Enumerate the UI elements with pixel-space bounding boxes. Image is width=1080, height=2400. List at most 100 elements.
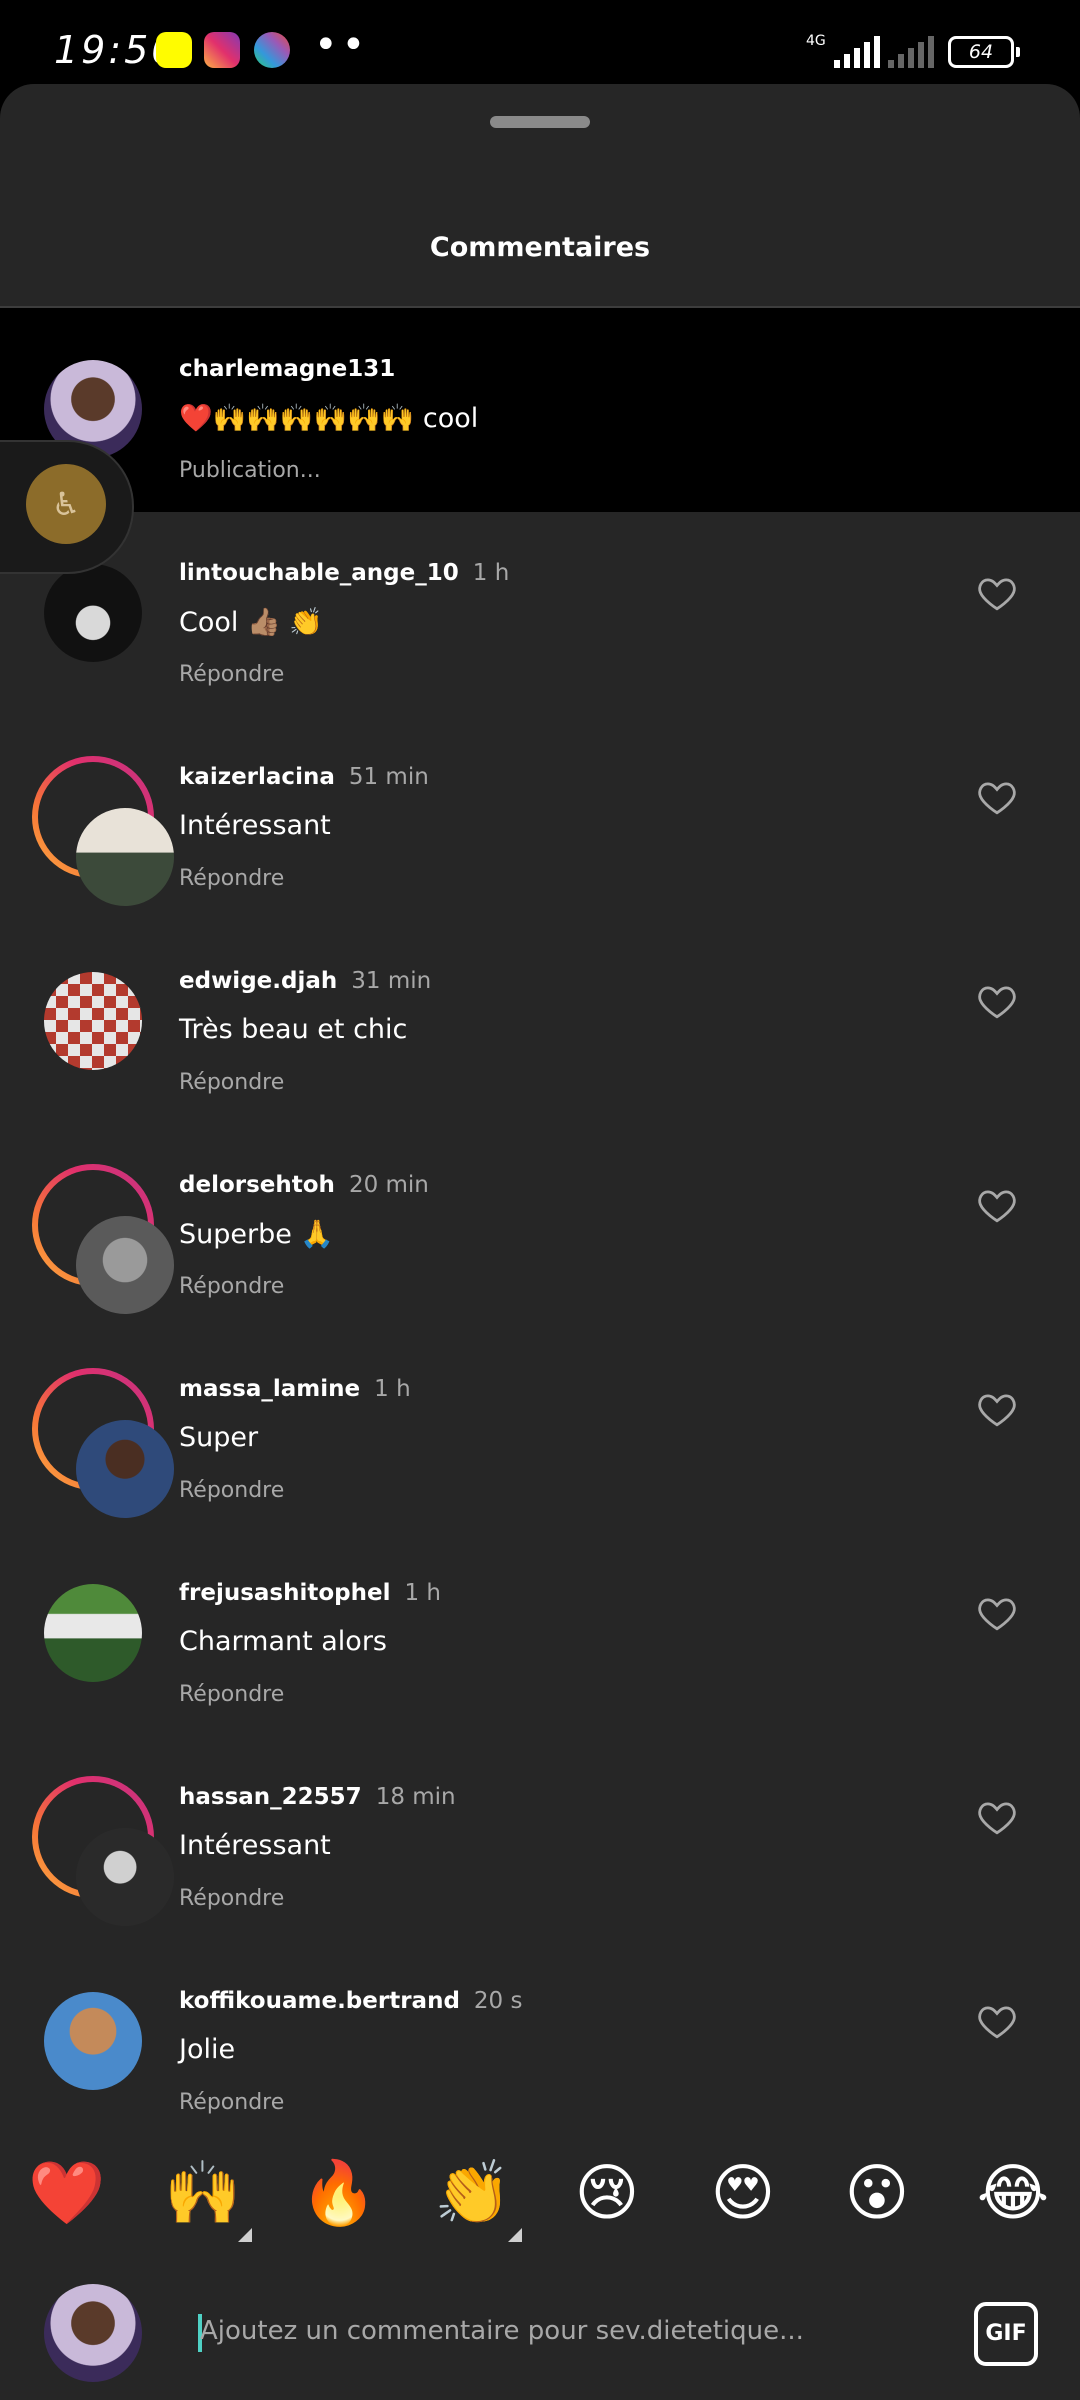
comment-username[interactable]: lintouchable_ange_10 1 h: [179, 560, 509, 586]
story-ring[interactable]: [32, 756, 174, 906]
reply-button[interactable]: Répondre: [179, 1070, 284, 1095]
comment-time: 20 s: [473, 1988, 523, 2014]
like-heart-icon[interactable]: [976, 1388, 1018, 1430]
gif-button[interactable]: GIF: [974, 2302, 1038, 2366]
comment-time: 51 min: [348, 764, 429, 790]
comment-username[interactable]: edwige.djah 31 min: [179, 968, 431, 994]
battery-icon: 64: [948, 36, 1020, 68]
snapchat-icon: [156, 32, 192, 68]
photo-app-icon: [254, 32, 290, 68]
story-ring[interactable]: [32, 1164, 174, 1314]
comment-row: kaizerlacina 51 min Intéressant Répondre: [0, 716, 1080, 920]
avatar: [76, 808, 174, 906]
skin-tone-indicator: [238, 2228, 252, 2242]
comment-time: 1 h: [374, 1376, 411, 1402]
avatar[interactable]: [44, 972, 142, 1070]
like-heart-icon[interactable]: [976, 980, 1018, 1022]
comment-time: 18 min: [375, 1784, 456, 1810]
reply-button[interactable]: Répondre: [179, 2090, 284, 2115]
avatar: [76, 1216, 174, 1314]
username-text: lintouchable_ange_10: [179, 560, 459, 586]
status-bar: 19:50 •• 4G 64: [0, 0, 1080, 84]
avatar: [76, 1828, 174, 1926]
comment-text: Super: [179, 1422, 259, 1453]
comment-username[interactable]: hassan_22557 18 min: [179, 1784, 456, 1810]
accessibility-menu: ♿: [0, 440, 134, 574]
comment-text: Jolie: [179, 2034, 236, 2065]
comment-row: frejusashitophel 1 h Charmant alors Répon…: [0, 1532, 1080, 1736]
story-ring[interactable]: [32, 1368, 174, 1518]
comment-time: 1 h: [404, 1580, 442, 1606]
reply-button[interactable]: Répondre: [179, 866, 284, 891]
sheet-title: Commentaires: [429, 232, 651, 263]
emoji-heart[interactable]: ❤️: [22, 2148, 112, 2238]
comment-username[interactable]: frejusashitophel 1 h: [179, 1580, 441, 1606]
reply-button[interactable]: Répondre: [179, 1682, 284, 1707]
more-notifications-icon: ••: [314, 22, 370, 68]
comment-text: Intéressant: [179, 810, 331, 841]
reply-button[interactable]: Répondre: [179, 1478, 284, 1503]
comment-time: 1 h: [472, 560, 510, 586]
comment-username[interactable]: delorsehtoh 20 min: [179, 1172, 429, 1198]
drag-handle[interactable]: [490, 116, 590, 128]
avatar: [44, 2284, 142, 2382]
comment-row: massa_lamine 1 h Super Répondre: [0, 1328, 1080, 1532]
reply-button[interactable]: Répondre: [179, 1886, 284, 1911]
accessibility-icon[interactable]: ♿: [26, 464, 106, 544]
emoji-raising-hands[interactable]: 🙌: [158, 2148, 248, 2238]
avatar: [76, 1420, 174, 1518]
username-text: massa_lamine: [179, 1376, 361, 1402]
caption-text: ❤️🙌🙌🙌🙌🙌🙌 cool: [179, 403, 479, 434]
comment-row: delorsehtoh 20 min Superbe 🙏 Répondre: [0, 1124, 1080, 1328]
username-text: edwige.djah: [179, 968, 338, 994]
comment-text: Très beau et chic: [179, 1014, 408, 1045]
story-ring[interactable]: [32, 1776, 174, 1926]
comment-username[interactable]: kaizerlacina 51 min: [179, 764, 429, 790]
comments-sheet: Commentaires charlemagne131 ❤️🙌🙌🙌🙌🙌🙌 coo…: [0, 84, 1080, 2400]
comment-text: Intéressant: [179, 1830, 331, 1861]
comment-row: hassan_22557 18 min Intéressant Répondre: [0, 1736, 1080, 1940]
username-text: hassan_22557: [179, 1784, 362, 1810]
comment-row: edwige.djah 31 min Très beau et chic Répo…: [0, 920, 1080, 1124]
username-text: kaizerlacina: [179, 764, 335, 790]
emoji-laughing[interactable]: 😂: [968, 2148, 1058, 2238]
signal-secondary-icon: [888, 36, 934, 68]
comment-input-bar: Ajoutez un commentaire pour sev.dietetiq…: [0, 2262, 1080, 2400]
comment-row: koffikouame.bertrand 20 s Jolie Répondre: [0, 1940, 1080, 2144]
comment-time: 20 min: [348, 1172, 429, 1198]
comment-input[interactable]: Ajoutez un commentaire pour sev.dietetiq…: [200, 2316, 804, 2346]
comment-text: Cool 👍🏽 👏: [179, 607, 323, 638]
username-text: delorsehtoh: [179, 1172, 335, 1198]
instagram-icon: [204, 32, 240, 68]
username-text: koffikouame.bertrand: [179, 1988, 460, 2014]
caption-label: Publication...: [179, 458, 321, 483]
caption-username[interactable]: charlemagne131: [179, 356, 395, 382]
emoji-clapping[interactable]: 👏: [428, 2148, 518, 2238]
like-heart-icon[interactable]: [976, 2000, 1018, 2042]
network-type: 4G: [806, 33, 826, 49]
comment-text: Charmant alors: [179, 1626, 387, 1657]
avatar[interactable]: [44, 564, 142, 662]
post-caption: charlemagne131 ❤️🙌🙌🙌🙌🙌🙌 cool Publication…: [0, 308, 1080, 512]
avatar[interactable]: [44, 1992, 142, 2090]
username-text: frejusashitophel: [179, 1580, 391, 1606]
emoji-fire[interactable]: 🔥: [294, 2148, 384, 2238]
like-heart-icon[interactable]: [976, 1184, 1018, 1226]
emoji-crying[interactable]: 😢: [562, 2148, 652, 2238]
like-heart-icon[interactable]: [976, 572, 1018, 614]
reply-button[interactable]: Répondre: [179, 662, 284, 687]
comment-username[interactable]: koffikouame.bertrand 20 s: [179, 1988, 522, 2014]
like-heart-icon[interactable]: [976, 1592, 1018, 1634]
signal-icon: [834, 36, 880, 68]
emoji-surprised[interactable]: 😮: [832, 2148, 922, 2238]
comment-text: Superbe 🙏: [179, 1219, 335, 1250]
reply-button[interactable]: Répondre: [179, 1274, 284, 1299]
avatar[interactable]: [44, 1584, 142, 1682]
comment-username[interactable]: massa_lamine 1 h: [179, 1376, 411, 1402]
emoji-heart-eyes[interactable]: 😍: [698, 2148, 788, 2238]
like-heart-icon[interactable]: [976, 776, 1018, 818]
like-heart-icon[interactable]: [976, 1796, 1018, 1838]
comment-row: lintouchable_ange_10 1 h Cool 👍🏽 👏 Répond…: [0, 512, 1080, 716]
comment-time: 31 min: [351, 968, 432, 994]
emoji-reaction-bar: ❤️ 🙌 🔥 👏 😢 😍 😮 😂: [0, 2148, 1080, 2248]
